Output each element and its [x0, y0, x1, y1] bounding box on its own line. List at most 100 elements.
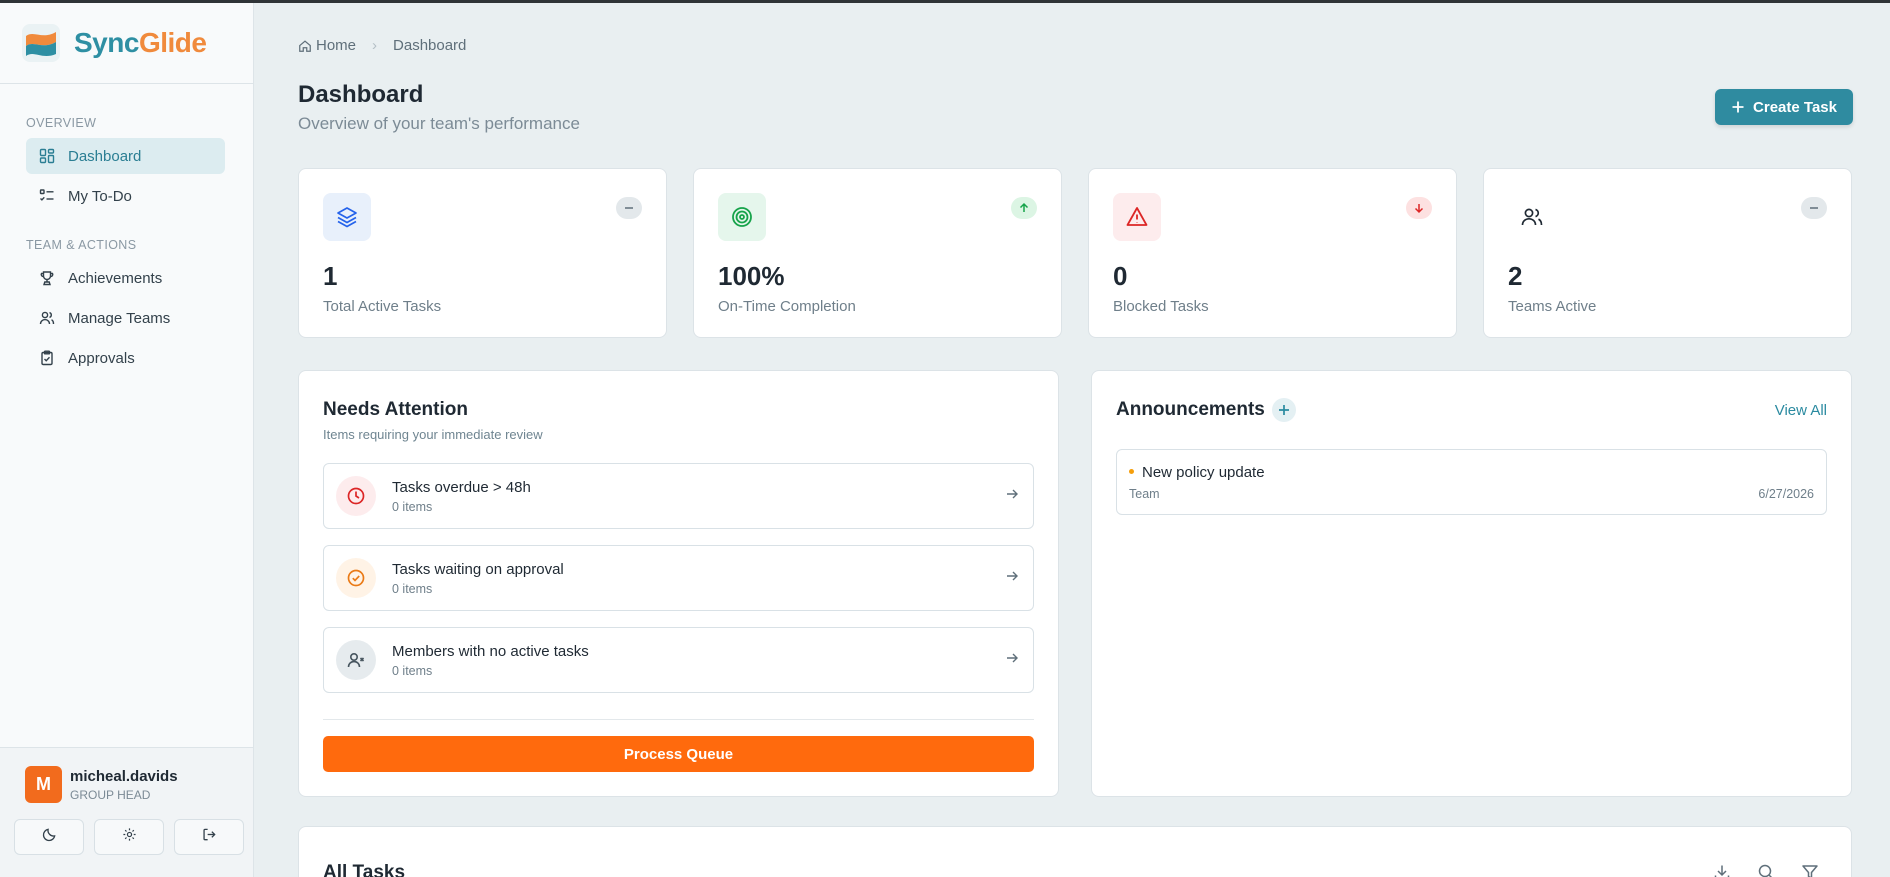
filter-button[interactable]: [1799, 861, 1821, 877]
attention-item-waiting-approval[interactable]: Tasks waiting on approval 0 items: [323, 545, 1034, 611]
trend-neutral-icon: [1801, 197, 1827, 219]
attention-item-count: 0 items: [392, 499, 433, 514]
sidebar-item-achievements[interactable]: Achievements: [26, 260, 225, 296]
filter-icon: [1801, 863, 1819, 877]
stat-card-teams[interactable]: 2 Teams Active: [1483, 168, 1852, 338]
download-button[interactable]: [1711, 861, 1733, 877]
brand-name-part1: Sync: [74, 27, 139, 58]
users-icon: [38, 309, 56, 327]
user-profile[interactable]: M micheal.davids GROUP HEAD: [0, 748, 253, 803]
search-button[interactable]: [1755, 861, 1777, 877]
sidebar-item-my-todo[interactable]: My To-Do: [26, 178, 225, 214]
process-queue-button[interactable]: Process Queue: [323, 736, 1034, 772]
stats-row: 1 Total Active Tasks 100% On-Time Comple…: [298, 168, 1852, 338]
gear-icon: [122, 827, 137, 847]
clipboard-check-icon: [38, 349, 56, 367]
brand-name-part2: Glide: [138, 27, 207, 58]
breadcrumb-separator: ›: [372, 37, 378, 54]
sidebar-item-approvals[interactable]: Approvals: [26, 340, 225, 376]
stat-card-on-time[interactable]: 100% On-Time Completion: [693, 168, 1062, 338]
announcement-title: New policy update: [1142, 464, 1265, 481]
all-tasks-panel: All Tasks: [298, 826, 1852, 877]
trophy-icon: [38, 269, 56, 287]
attention-item-title: Members with no active tasks: [392, 642, 589, 660]
stat-label: On-Time Completion: [718, 298, 856, 315]
attention-item-title: Tasks overdue > 48h: [392, 478, 531, 496]
settings-button[interactable]: [94, 819, 164, 855]
panel-title: Announcements: [1116, 399, 1265, 420]
view-all-link[interactable]: View All: [1775, 402, 1827, 419]
users-icon: [1508, 193, 1556, 241]
checklist-icon: [38, 187, 56, 205]
stat-value: 2: [1508, 261, 1523, 291]
attention-item-count: 0 items: [392, 581, 433, 596]
theme-toggle-button[interactable]: [14, 819, 84, 855]
divider: [323, 719, 1034, 720]
panel-title: Needs Attention: [323, 399, 468, 420]
brand-logo-icon: [20, 22, 62, 64]
announcement-item[interactable]: New policy update Team 6/27/2026: [1116, 449, 1827, 515]
sidebar-item-manage-teams[interactable]: Manage Teams: [26, 300, 225, 336]
add-announcement-button[interactable]: [1272, 398, 1296, 422]
sidebar: SyncGlide OVERVIEW Dashboard My To-Do TE…: [0, 3, 254, 877]
stat-card-blocked[interactable]: 0 Blocked Tasks: [1088, 168, 1457, 338]
page-subtitle: Overview of your team's performance: [298, 114, 580, 133]
user-x-icon: [336, 640, 376, 680]
arrow-right-icon: [1005, 487, 1019, 506]
panel-title: All Tasks: [323, 862, 406, 877]
logout-icon: [202, 827, 217, 847]
dashboard-grid-icon: [38, 147, 56, 165]
announcements-panel: Announcements View All New policy update…: [1091, 370, 1852, 797]
arrow-right-icon: [1005, 569, 1019, 588]
announcement-tag: Team: [1129, 487, 1160, 501]
stat-value: 100%: [718, 261, 785, 291]
create-task-label: Create Task: [1753, 98, 1837, 116]
announcement-date: 6/27/2026: [1758, 487, 1814, 501]
attention-item-overdue[interactable]: Tasks overdue > 48h 0 items: [323, 463, 1034, 529]
layers-icon: [323, 193, 371, 241]
create-task-button[interactable]: Create Task: [1715, 89, 1853, 125]
nav-section-overview: OVERVIEW: [26, 116, 97, 130]
sidebar-footer: M micheal.davids GROUP HEAD: [0, 747, 253, 877]
plus-icon: [1278, 404, 1290, 416]
avatar: M: [25, 766, 62, 803]
sidebar-item-label: Approvals: [68, 349, 135, 367]
stat-label: Teams Active: [1508, 298, 1597, 315]
status-dot: [1129, 469, 1134, 474]
warning-icon: [1113, 193, 1161, 241]
stat-label: Blocked Tasks: [1113, 298, 1209, 315]
trend-down-icon: [1406, 197, 1432, 219]
logout-button[interactable]: [174, 819, 244, 855]
plus-icon: [1731, 100, 1745, 114]
stat-value: 1: [323, 261, 338, 291]
sidebar-item-label: My To-Do: [68, 187, 132, 205]
sidebar-item-dashboard[interactable]: Dashboard: [26, 138, 225, 174]
breadcrumb-home[interactable]: Home: [316, 37, 356, 54]
home-icon: [298, 39, 312, 53]
attention-item-title: Tasks waiting on approval: [392, 560, 564, 578]
needs-attention-panel: Needs Attention Items requiring your imm…: [298, 370, 1059, 797]
stat-card-active-tasks[interactable]: 1 Total Active Tasks: [298, 168, 667, 338]
user-role: GROUP HEAD: [70, 787, 151, 802]
moon-icon: [42, 827, 57, 847]
page-title: Dashboard: [298, 81, 424, 108]
sidebar-item-label: Achievements: [68, 269, 163, 287]
panel-subtitle: Items requiring your immediate review: [323, 427, 543, 442]
stat-value: 0: [1113, 261, 1128, 291]
user-name: micheal.davids: [70, 767, 178, 785]
target-icon: [718, 193, 766, 241]
task-toolbar: [1711, 861, 1821, 877]
trend-up-icon: [1011, 197, 1037, 219]
arrow-right-icon: [1005, 651, 1019, 670]
download-icon: [1713, 863, 1731, 877]
stat-label: Total Active Tasks: [323, 298, 442, 315]
brand[interactable]: SyncGlide: [0, 3, 253, 84]
attention-item-idle-members[interactable]: Members with no active tasks 0 items: [323, 627, 1034, 693]
sidebar-item-label: Dashboard: [68, 147, 142, 165]
clock-icon: [336, 476, 376, 516]
nav-section-team-actions: TEAM & ACTIONS: [26, 238, 137, 252]
attention-item-count: 0 items: [392, 663, 433, 678]
search-icon: [1757, 863, 1775, 877]
breadcrumb-current: Dashboard: [393, 37, 467, 54]
trend-neutral-icon: [616, 197, 642, 219]
